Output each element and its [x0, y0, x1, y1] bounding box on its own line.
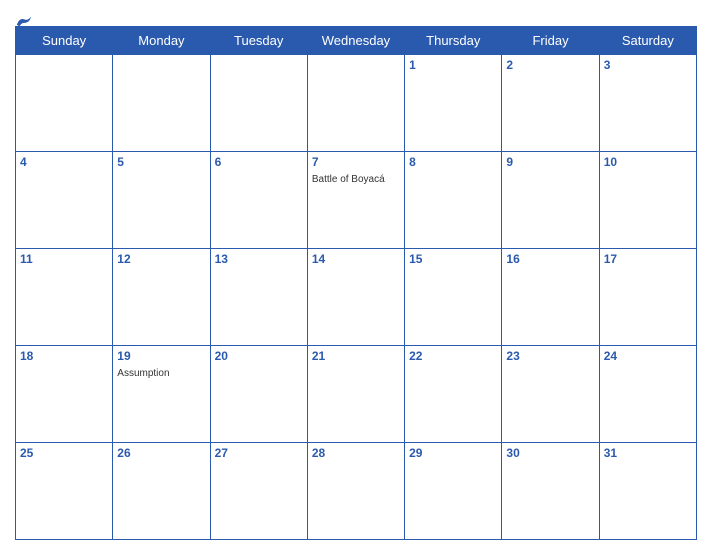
calendar-cell: 11 — [16, 249, 113, 346]
day-event: Battle of Boyacá — [312, 174, 385, 185]
day-number: 21 — [312, 349, 400, 363]
calendar-cell: 17 — [599, 249, 696, 346]
day-number: 6 — [215, 155, 303, 169]
weekday-header-tuesday: Tuesday — [210, 27, 307, 55]
weekday-header-friday: Friday — [502, 27, 599, 55]
calendar-cell: 5 — [113, 152, 210, 249]
calendar-cell: 23 — [502, 346, 599, 443]
day-number: 10 — [604, 155, 692, 169]
day-number: 5 — [117, 155, 205, 169]
calendar-cell: 31 — [599, 443, 696, 540]
calendar-cell: 18 — [16, 346, 113, 443]
weekday-header-sunday: Sunday — [16, 27, 113, 55]
logo — [15, 15, 36, 29]
day-number: 27 — [215, 446, 303, 460]
day-number: 26 — [117, 446, 205, 460]
calendar-cell: 20 — [210, 346, 307, 443]
day-number: 4 — [20, 155, 108, 169]
day-event: Assumption — [117, 368, 169, 379]
calendar-cell: 9 — [502, 152, 599, 249]
calendar-cell: 24 — [599, 346, 696, 443]
calendar-cell: 16 — [502, 249, 599, 346]
week-row-5: 25 26 27 28 29 30 31 — [16, 443, 697, 540]
calendar-cell: 7 Battle of Boyacá — [307, 152, 404, 249]
calendar-cell: 13 — [210, 249, 307, 346]
day-number: 8 — [409, 155, 497, 169]
day-number: 11 — [20, 252, 108, 266]
week-row-2: 4567 Battle of Boyacá 89 10 — [16, 152, 697, 249]
day-number: 31 — [604, 446, 692, 460]
week-row-1: 123 — [16, 55, 697, 152]
calendar-cell: 6 — [210, 152, 307, 249]
day-number: 22 — [409, 349, 497, 363]
day-number: 12 — [117, 252, 205, 266]
calendar-cell: 29 — [405, 443, 502, 540]
calendar-cell: 3 — [599, 55, 696, 152]
day-number: 2 — [506, 58, 594, 72]
weekday-header-monday: Monday — [113, 27, 210, 55]
calendar-cell: 10 — [599, 152, 696, 249]
day-number: 30 — [506, 446, 594, 460]
day-number: 20 — [215, 349, 303, 363]
day-number: 9 — [506, 155, 594, 169]
calendar-cell: 21 — [307, 346, 404, 443]
calendar-cell: 15 — [405, 249, 502, 346]
day-number: 15 — [409, 252, 497, 266]
calendar-cell: 8 — [405, 152, 502, 249]
day-number: 16 — [506, 252, 594, 266]
calendar-cell: 12 — [113, 249, 210, 346]
day-number: 23 — [506, 349, 594, 363]
calendar-cell: 26 — [113, 443, 210, 540]
calendar-cell — [307, 55, 404, 152]
day-number: 14 — [312, 252, 400, 266]
day-number: 24 — [604, 349, 692, 363]
calendar-cell — [210, 55, 307, 152]
calendar-cell: 27 — [210, 443, 307, 540]
calendar-cell — [16, 55, 113, 152]
calendar-cell: 22 — [405, 346, 502, 443]
calendar-cell: 4 — [16, 152, 113, 249]
day-number: 3 — [604, 58, 692, 72]
day-number: 13 — [215, 252, 303, 266]
week-row-4: 18 19 Assumption 20 21 22 23 24 — [16, 346, 697, 443]
weekday-header-saturday: Saturday — [599, 27, 696, 55]
day-number: 17 — [604, 252, 692, 266]
weekday-header-thursday: Thursday — [405, 27, 502, 55]
day-number: 18 — [20, 349, 108, 363]
calendar-cell — [113, 55, 210, 152]
calendar-cell: 19 Assumption — [113, 346, 210, 443]
calendar-cell: 25 — [16, 443, 113, 540]
calendar-cell: 30 — [502, 443, 599, 540]
day-number: 1 — [409, 58, 497, 72]
calendar-cell: 2 — [502, 55, 599, 152]
calendar-cell: 1 — [405, 55, 502, 152]
calendar-cell: 14 — [307, 249, 404, 346]
calendar-table: SundayMondayTuesdayWednesdayThursdayFrid… — [15, 26, 697, 540]
day-number: 7 — [312, 155, 400, 169]
day-number: 19 — [117, 349, 205, 363]
weekday-header-row: SundayMondayTuesdayWednesdayThursdayFrid… — [16, 27, 697, 55]
weekday-header-wednesday: Wednesday — [307, 27, 404, 55]
calendar-cell: 28 — [307, 443, 404, 540]
logo-bird-icon — [15, 15, 33, 29]
day-number: 29 — [409, 446, 497, 460]
day-number: 28 — [312, 446, 400, 460]
calendar-header — [15, 10, 697, 20]
day-number: 25 — [20, 446, 108, 460]
week-row-3: 11 12 13 14 15 16 17 — [16, 249, 697, 346]
